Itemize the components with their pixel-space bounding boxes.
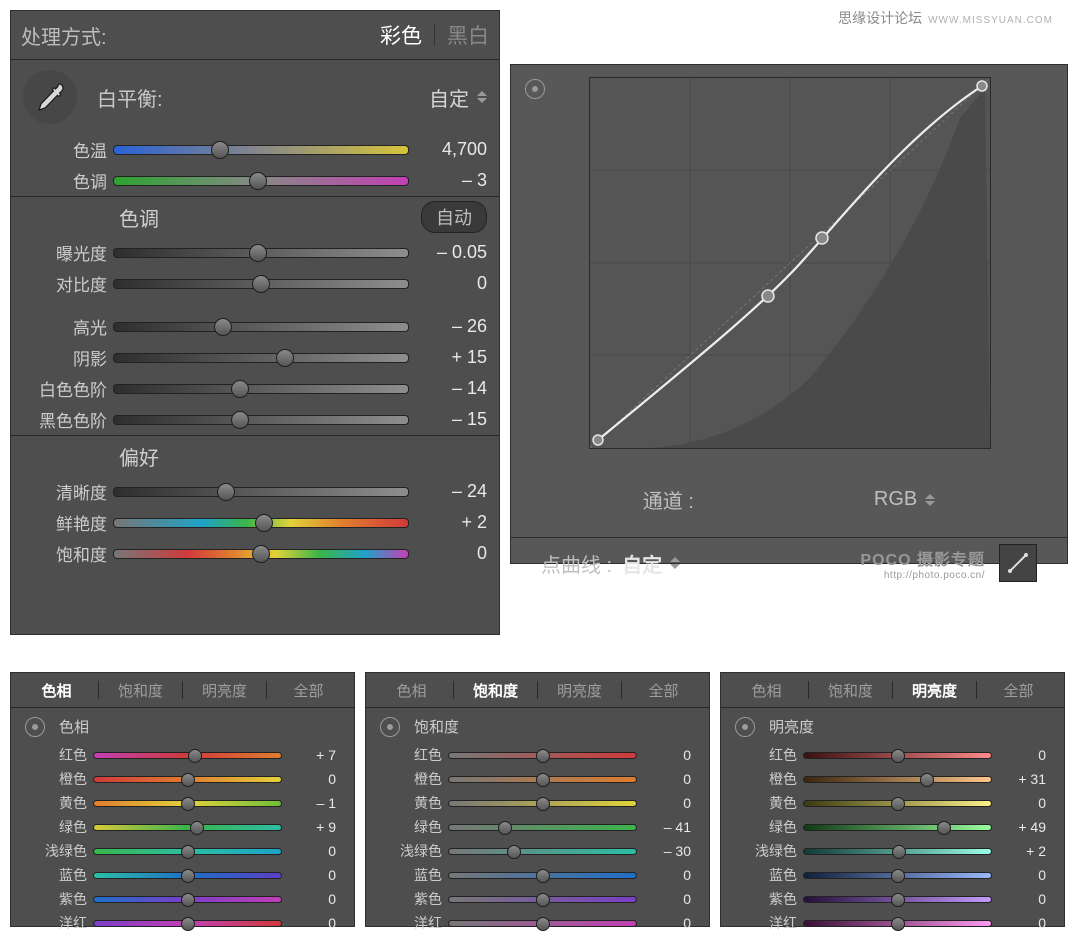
slider-blacks[interactable]: 黑色色阶– 15 (11, 404, 499, 435)
tone-curve-panel: 通道 : RGB 点曲线 : 自定 POCO 摄影专题 http://photo… (510, 64, 1068, 564)
slider-whites[interactable]: 白色色阶– 14 (11, 373, 499, 404)
lum-yellow[interactable]: 黄色0 (727, 791, 1058, 815)
target-icon[interactable] (735, 717, 755, 737)
watermark: 思缘设计论坛WWW.MISSYUAN.COM (838, 8, 1053, 28)
slider-shadows[interactable]: 阴影+ 15 (11, 342, 499, 373)
poco-logo: POCO 摄影专题 http://photo.poco.cn/ (860, 546, 985, 581)
hsl-sat-panel: 色相 饱和度 明亮度 全部 饱和度 红色0 橙色0 黄色0 绿色– 41 浅绿色… (365, 672, 710, 927)
sat-green[interactable]: 绿色– 41 (372, 815, 703, 839)
wb-dropdown[interactable]: 自定 (429, 83, 487, 112)
slider-vibrance[interactable]: 鲜艳度+ 2 (11, 507, 499, 538)
hue-aqua[interactable]: 浅绿色0 (17, 839, 348, 863)
point-curve-dropdown[interactable]: 自定 (622, 549, 680, 578)
treatment-label: 处理方式: (21, 21, 107, 50)
treatment-sep (434, 24, 435, 46)
hue-blue[interactable]: 蓝色0 (17, 863, 348, 887)
tab-hue[interactable]: 色相 (725, 680, 808, 701)
lum-red[interactable]: 红色0 (727, 743, 1058, 767)
hue-red[interactable]: 红色+ 7 (17, 743, 348, 767)
tab-all[interactable]: 全部 (977, 680, 1060, 701)
sat-purple[interactable]: 紫色0 (372, 887, 703, 911)
tone-header: 色调 (119, 203, 159, 232)
slider-highlights[interactable]: 高光– 26 (11, 311, 499, 342)
auto-button[interactable]: 自动 (421, 201, 487, 233)
sat-blue[interactable]: 蓝色0 (372, 863, 703, 887)
curve-editor[interactable] (589, 77, 991, 449)
lum-magenta[interactable]: 洋红0 (727, 911, 1058, 935)
point-curve-toggle[interactable] (999, 544, 1037, 582)
slider-exposure[interactable]: 曝光度– 0.05 (11, 237, 499, 268)
slider-tint[interactable]: 色调– 3 (11, 165, 499, 196)
sat-aqua[interactable]: 浅绿色– 30 (372, 839, 703, 863)
target-adjust-button[interactable] (525, 79, 545, 99)
sat-orange[interactable]: 橙色0 (372, 767, 703, 791)
lum-green[interactable]: 绿色+ 49 (727, 815, 1058, 839)
lum-aqua[interactable]: 浅绿色+ 2 (727, 839, 1058, 863)
presence-header: 偏好 (119, 442, 159, 471)
tab-all[interactable]: 全部 (622, 680, 705, 701)
treatment-bw[interactable]: 黑白 (447, 20, 489, 50)
point-curve-label: 点曲线 : (541, 549, 612, 578)
tab-lum[interactable]: 明亮度 (893, 680, 976, 701)
treatment-color[interactable]: 彩色 (380, 20, 422, 50)
hue-yellow[interactable]: 黄色– 1 (17, 791, 348, 815)
slider-temp[interactable]: 色温4,700 (11, 134, 499, 165)
target-icon[interactable] (380, 717, 400, 737)
hue-orange[interactable]: 橙色0 (17, 767, 348, 791)
sat-red[interactable]: 红色0 (372, 743, 703, 767)
lum-orange[interactable]: 橙色+ 31 (727, 767, 1058, 791)
hsl-hue-panel: 色相 饱和度 明亮度 全部 色相 红色+ 7 橙色0 黄色– 1 绿色+ 9 浅… (10, 672, 355, 927)
hue-magenta[interactable]: 洋红0 (17, 911, 348, 935)
tab-hue[interactable]: 色相 (15, 680, 98, 701)
tab-all[interactable]: 全部 (267, 680, 350, 701)
tab-sat[interactable]: 饱和度 (99, 680, 182, 701)
tab-sat[interactable]: 饱和度 (809, 680, 892, 701)
channel-label: 通道 : (643, 491, 694, 513)
hue-green[interactable]: 绿色+ 9 (17, 815, 348, 839)
lum-purple[interactable]: 紫色0 (727, 887, 1058, 911)
slider-clarity[interactable]: 清晰度– 24 (11, 476, 499, 507)
tab-sat[interactable]: 饱和度 (454, 680, 537, 701)
tab-lum[interactable]: 明亮度 (538, 680, 621, 701)
hsl-lum-panel: 色相 饱和度 明亮度 全部 明亮度 红色0 橙色+ 31 黄色0 绿色+ 49 … (720, 672, 1065, 927)
channel-dropdown[interactable]: RGB (874, 488, 935, 511)
eyedropper-button[interactable] (23, 70, 77, 124)
slider-saturation[interactable]: 饱和度0 (11, 538, 499, 569)
slider-contrast[interactable]: 对比度0 (11, 268, 499, 299)
tab-lum[interactable]: 明亮度 (183, 680, 266, 701)
wb-label: 白平衡: (97, 83, 163, 112)
eyedropper-icon (32, 79, 68, 115)
target-icon[interactable] (25, 717, 45, 737)
lum-blue[interactable]: 蓝色0 (727, 863, 1058, 887)
sat-magenta[interactable]: 洋红0 (372, 911, 703, 935)
basic-panel: 处理方式: 彩色 黑白 白平衡: 自定 色温4,700 色调– 3 色调 自动 (10, 10, 500, 635)
hue-purple[interactable]: 紫色0 (17, 887, 348, 911)
tab-hue[interactable]: 色相 (370, 680, 453, 701)
sat-yellow[interactable]: 黄色0 (372, 791, 703, 815)
